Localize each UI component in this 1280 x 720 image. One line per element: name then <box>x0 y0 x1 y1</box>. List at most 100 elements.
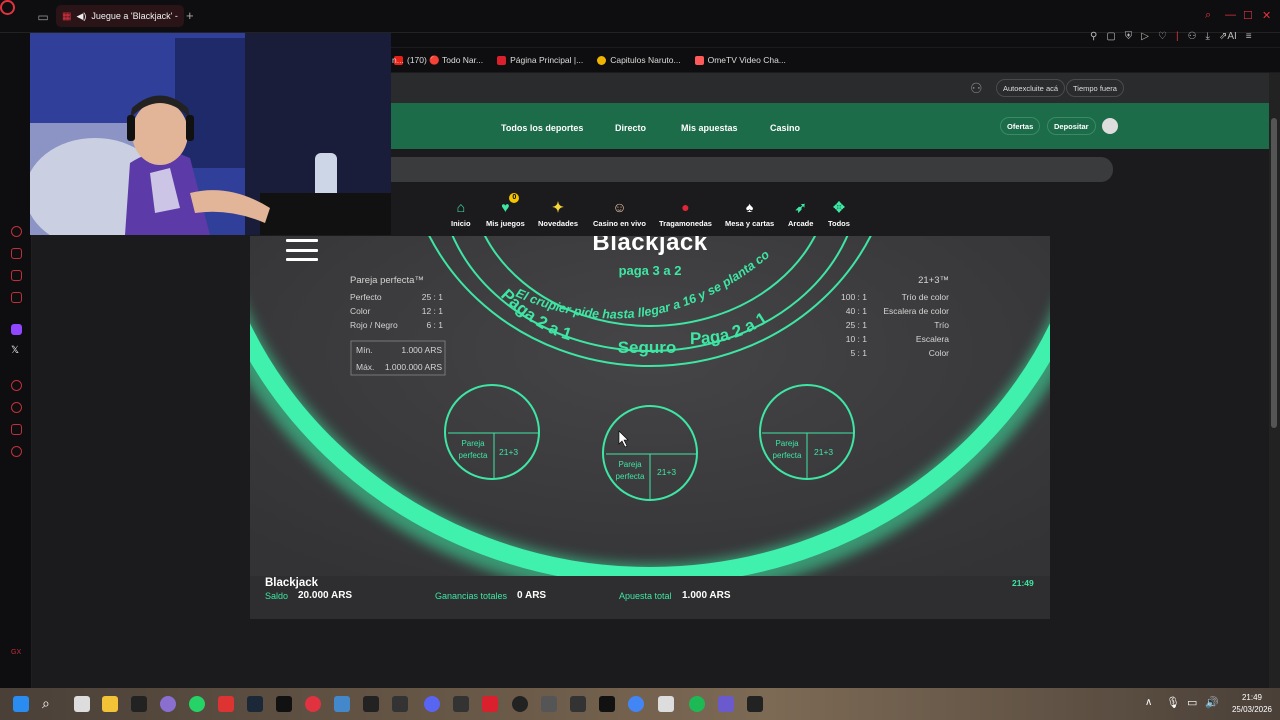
footer-game-name: Blackjack <box>265 577 319 589</box>
side21-value: 40 : 1 <box>845 306 867 316</box>
sidebar-chat-icon[interactable] <box>11 270 22 281</box>
page-scrollbar[interactable] <box>1269 73 1280 688</box>
whatsapp-icon[interactable] <box>189 696 205 712</box>
app-icon[interactable] <box>276 696 292 712</box>
obs-icon[interactable] <box>512 696 528 712</box>
sidebar-player-icon[interactable] <box>11 380 22 391</box>
group-icon: ⚇ <box>970 80 983 96</box>
opera-logo-icon[interactable] <box>0 0 15 15</box>
seat-left-213-bet[interactable]: 21+3 <box>499 447 518 457</box>
network-icon[interactable]: ▭ <box>1187 696 1197 709</box>
timeout-button[interactable]: Tiempo fuera <box>1066 79 1124 97</box>
bookmark-partial[interactable]: n... <box>392 55 404 65</box>
sidebar-gx-icon[interactable]: GX <box>11 649 21 656</box>
spotify-icon[interactable] <box>689 696 705 712</box>
app-icon[interactable] <box>392 696 408 712</box>
search-tabs-icon[interactable]: ⌕ <box>1205 9 1211 22</box>
category-casino-en-vivo[interactable]: ☺ Casino en vivo <box>593 199 646 228</box>
scroll-thumb[interactable] <box>1271 118 1277 428</box>
close-button[interactable]: ✕ <box>1262 9 1271 22</box>
download-icon[interactable]: ⤓ <box>1206 31 1210 42</box>
nav-my-bets[interactable]: Mis apuestas <box>681 123 738 133</box>
search-input[interactable] <box>380 157 1113 182</box>
cherry-icon: ● <box>681 199 690 215</box>
bookmark-item[interactable]: (170) 🔴 Todo Nar... <box>394 55 483 66</box>
seat-right-213-bet[interactable]: 21+3 <box>814 447 833 457</box>
nav-sports[interactable]: Todos los deportes <box>501 123 583 133</box>
balance-label: Saldo <box>265 591 289 601</box>
taskbar-clock[interactable]: 21:49 25/03/2026 <box>1232 692 1272 716</box>
bookmark-item[interactable]: Capitulos Naruto... <box>597 55 681 65</box>
microphone-icon[interactable]: 🎙 <box>1166 696 1180 709</box>
app-icon[interactable] <box>453 696 469 712</box>
sidebar-messenger-icon[interactable] <box>11 292 22 303</box>
steam-icon[interactable] <box>247 696 263 712</box>
side21-value: 25 : 1 <box>845 320 867 330</box>
sidebar-history-icon[interactable] <box>11 402 22 413</box>
play-icon[interactable]: ▷ <box>1141 31 1149 42</box>
search-icon[interactable]: ⌕ <box>42 695 50 712</box>
sidebar-twitch-icon[interactable] <box>11 324 22 335</box>
self-exclude-button[interactable]: Autoexcluite acá <box>996 79 1066 97</box>
app-icon[interactable] <box>160 696 176 712</box>
app-icon[interactable] <box>363 696 379 712</box>
epic-games-icon[interactable] <box>747 696 763 712</box>
app-icon[interactable] <box>482 696 498 712</box>
seat-center-pp-bet[interactable]: Pareja perfecta <box>611 459 649 483</box>
new-tab-button[interactable]: + <box>186 8 194 23</box>
heart-icon[interactable]: ♡ <box>1158 31 1167 42</box>
app-icon[interactable] <box>541 696 557 712</box>
category-inicio[interactable]: ⌂ Inicio <box>451 199 471 228</box>
sidebar-bag-icon[interactable] <box>11 248 22 259</box>
deposit-button[interactable]: Depositar <box>1047 117 1096 135</box>
profile-icon[interactable]: ⚇ <box>1188 31 1197 42</box>
offers-button[interactable]: Ofertas <box>1000 117 1041 135</box>
category-mesa-y-cartas[interactable]: ♠ Mesa y cartas <box>725 199 774 228</box>
seat-right-pp-bet[interactable]: Pareja perfecta <box>768 438 806 462</box>
discord-icon[interactable] <box>424 696 440 712</box>
nav-live[interactable]: Directo <box>615 123 646 133</box>
start-icon[interactable] <box>13 696 29 712</box>
app-icon[interactable] <box>599 696 615 712</box>
category-mis-juegos[interactable]: ♥ 0 Mis juegos <box>486 193 525 228</box>
opera-gx-icon[interactable] <box>305 696 321 712</box>
app-icon[interactable] <box>570 696 586 712</box>
app-icon[interactable] <box>718 696 734 712</box>
seat-center-213-bet[interactable]: 21+3 <box>657 467 676 477</box>
sidebar-extensions-icon[interactable] <box>11 424 22 435</box>
menu-icon[interactable]: ≡ <box>1246 31 1252 42</box>
bookmark-item[interactable]: Página Principal |... <box>497 55 583 65</box>
snapshot-icon[interactable]: ▢ <box>1106 31 1115 42</box>
epic-games-icon[interactable] <box>131 696 147 712</box>
app-icon[interactable] <box>334 696 350 712</box>
bookmark-item[interactable]: OmeTV Video Cha... <box>694 55 786 65</box>
seat-left-pp-bet[interactable]: Pareja perfecta <box>454 438 492 462</box>
tab-menu-icon[interactable]: ▭ <box>36 10 50 24</box>
app-icon[interactable] <box>658 696 674 712</box>
category-tragamonedas[interactable]: ● Tragamonedas <box>659 199 712 228</box>
app-icon[interactable] <box>218 696 234 712</box>
opera-sidebar: 𝕏 GX <box>0 33 32 688</box>
category-arcade[interactable]: ➶ Arcade <box>788 199 813 228</box>
tab-blackjack[interactable]: ▦ ◀) Juegue a 'Blackjack' - <box>56 5 184 27</box>
volume-icon[interactable]: 🔊 <box>1205 696 1219 709</box>
heart-icon: ♥ 0 <box>497 193 520 215</box>
ai-icon[interactable]: ⇗AI <box>1219 31 1237 42</box>
file-explorer-icon[interactable] <box>102 696 118 712</box>
blackjack-game[interactable]: El crupier pide hasta llegar a 16 y se p… <box>250 236 1050 619</box>
sidebar-settings-icon[interactable] <box>11 446 22 457</box>
chrome-icon[interactable] <box>628 696 644 712</box>
minimize-button[interactable]: — <box>1225 9 1236 21</box>
pin-icon[interactable]: ⚲ <box>1090 31 1097 42</box>
task-view-icon[interactable] <box>74 696 90 712</box>
sidebar-x-icon[interactable]: 𝕏 <box>11 345 19 356</box>
user-avatar-icon[interactable] <box>1102 118 1118 134</box>
category-novedades[interactable]: ✦ Novedades <box>538 199 578 228</box>
shield-icon[interactable]: ⛨ <box>1125 31 1133 42</box>
nav-casino[interactable]: Casino <box>770 123 800 133</box>
sidebar-ai-icon[interactable] <box>11 226 22 237</box>
category-todos[interactable]: ✥ Todos <box>828 199 850 228</box>
tray-chevron-icon[interactable]: ∧ <box>1145 697 1152 708</box>
maximize-button[interactable]: ☐ <box>1243 9 1253 22</box>
audio-icon[interactable]: ◀) <box>76 11 86 22</box>
